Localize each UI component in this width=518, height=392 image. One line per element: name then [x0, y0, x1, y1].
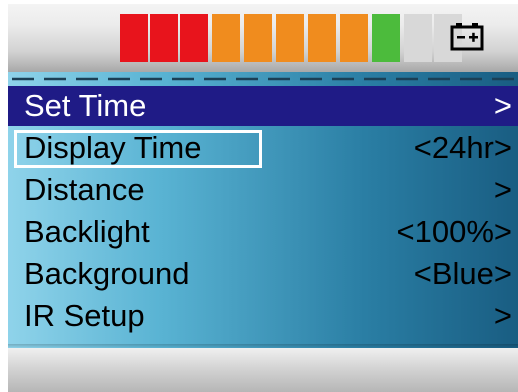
menu-item-value: <24hr> [413, 130, 512, 165]
menu-item-value: > [493, 172, 512, 207]
battery-segment [180, 14, 208, 62]
battery-segment [212, 14, 240, 62]
menu-item-background[interactable]: Background <Blue> [8, 254, 518, 294]
menu-item-label: Set Time [24, 88, 147, 123]
menu-item-distance[interactable]: Distance > [8, 170, 518, 210]
battery-segment [150, 14, 178, 62]
battery-segment [244, 14, 272, 62]
menu-item-label: Distance [24, 172, 145, 207]
menu-item-value: <100%> [396, 214, 513, 249]
device-screen: Set Time > Display Time <24hr> Distance … [8, 4, 518, 392]
focus-highlight [14, 130, 262, 168]
dashed-divider [12, 77, 518, 81]
battery-segment [404, 14, 432, 62]
battery-segment [340, 14, 368, 62]
menu-item-value: > [493, 298, 512, 333]
menu-item-label: IR Setup [24, 298, 145, 333]
battery-icon [450, 23, 484, 51]
menu-item-label: Backlight [24, 214, 150, 249]
menu-item-label: Background [24, 256, 190, 291]
menu-item-value: <Blue> [413, 256, 512, 291]
bottom-bar [8, 348, 518, 392]
battery-segment [372, 14, 400, 62]
settings-menu: Set Time > Display Time <24hr> Distance … [8, 72, 518, 348]
menu-item-value: > [493, 88, 512, 123]
battery-segment [276, 14, 304, 62]
menu-item-backlight[interactable]: Backlight <100%> [8, 212, 518, 252]
battery-segment [120, 14, 148, 62]
menu-item-ir-setup[interactable]: IR Setup > [8, 296, 518, 336]
status-bar [8, 4, 518, 72]
battery-segment [308, 14, 336, 62]
menu-item-set-time[interactable]: Set Time > [8, 86, 518, 126]
